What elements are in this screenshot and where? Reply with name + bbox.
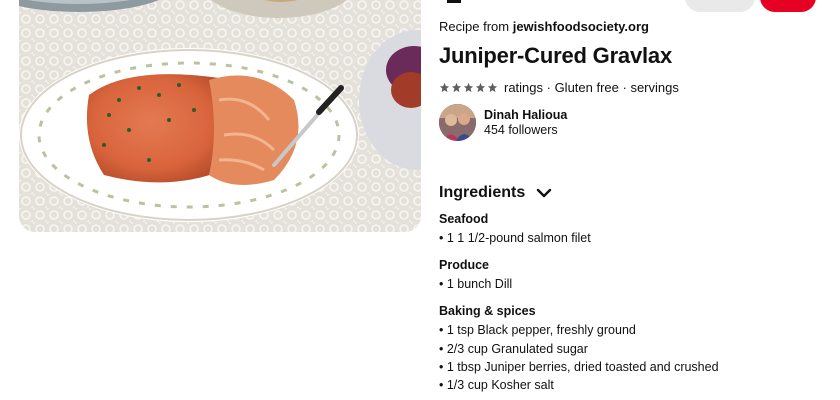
ingredient-item: • 1 bunch Dill	[439, 277, 513, 292]
ingredient-group-produce: Produce • 1 bunch Dill	[439, 257, 829, 293]
save-button[interactable]	[760, 0, 816, 12]
ingredients-toggle[interactable]: Ingredients	[439, 184, 553, 202]
ingredient-item: • 1 tsp Black pepper, freshly ground	[439, 323, 636, 338]
ingredient-item: • 1 tbsp Juniper berries, dried toasted …	[439, 359, 719, 374]
group-title: Produce	[439, 258, 490, 273]
star-icon	[451, 82, 462, 93]
recipe-title: Juniper-Cured Gravlax	[439, 43, 672, 68]
meta-text: ratings · Gluten free · servings	[504, 80, 679, 95]
pin-page: Recipe from jewishfoodsociety.org Junipe…	[0, 0, 840, 400]
menu-icon[interactable]	[447, 0, 461, 3]
ingredient-group-baking-spices: Baking & spices • 1 tsp Black pepper, fr…	[439, 303, 829, 394]
profile-button[interactable]	[685, 0, 755, 12]
star-icon	[439, 82, 450, 93]
ingredient-item: • 1/3 cup Kosher salt	[439, 378, 554, 393]
ingredient-item: • 1 1 1/2-pound salmon filet	[439, 231, 591, 245]
group-title: Baking & spices	[439, 304, 536, 319]
author-followers: 454 followers	[484, 122, 558, 137]
star-icon	[475, 82, 486, 93]
source-prefix: Recipe from	[439, 19, 513, 34]
recipe-meta: ratings · Gluten free · servings	[439, 80, 679, 95]
author-block[interactable]: Dinah Halioua 454 followers	[439, 104, 567, 141]
group-title: Seafood	[439, 212, 489, 226]
gravlax-image	[19, 0, 421, 232]
ingredient-item: • 2/3 cup Granulated sugar	[439, 341, 588, 356]
star-icon	[463, 82, 474, 93]
ingredient-group-seafood: Seafood • 1 1 1/2-pound salmon filet	[439, 211, 829, 247]
recipe-photo[interactable]	[19, 0, 421, 232]
ingredient-groups: Seafood • 1 1 1/2-pound salmon filet Pro…	[439, 211, 829, 400]
author-name[interactable]: Dinah Halioua	[484, 108, 567, 123]
rating-stars	[439, 82, 498, 93]
avatar[interactable]	[439, 104, 476, 141]
source-link[interactable]: jewishfoodsociety.org	[513, 19, 649, 34]
chevron-down-icon[interactable]	[535, 184, 553, 202]
recipe-source: Recipe from jewishfoodsociety.org	[439, 19, 649, 34]
star-icon	[487, 82, 498, 93]
ingredients-title: Ingredients	[439, 184, 526, 201]
